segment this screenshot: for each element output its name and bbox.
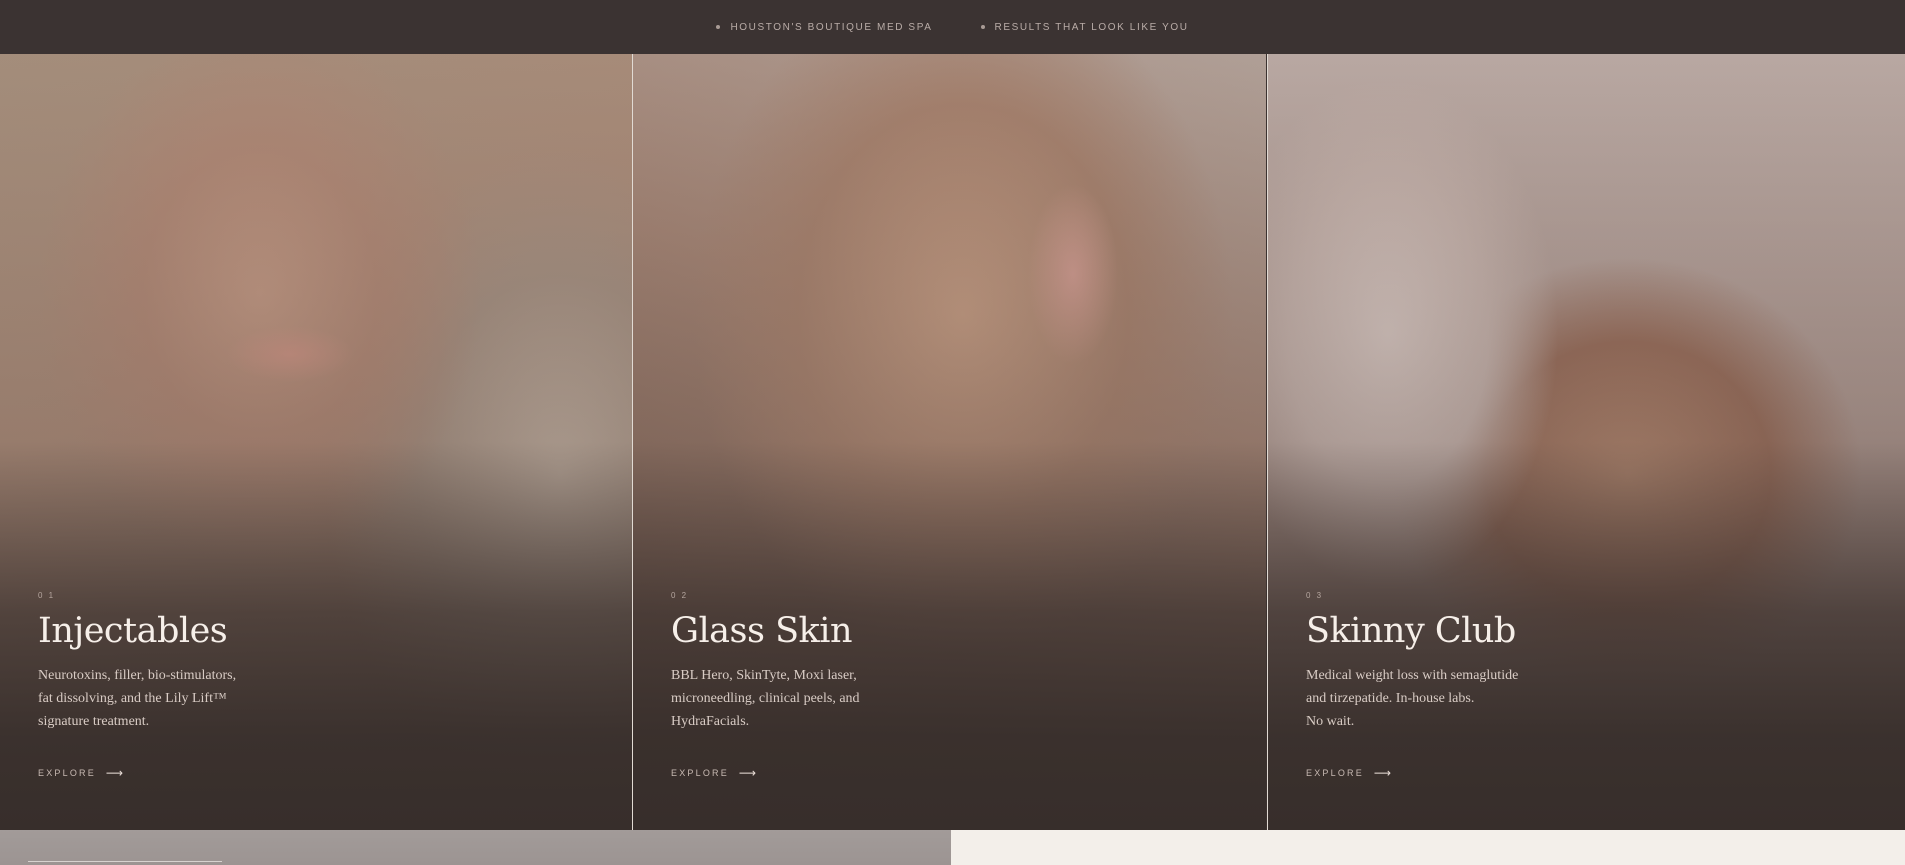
service-number: 0 1 — [38, 591, 56, 600]
announcement-text: HOUSTON'S BOUTIQUE MED SPA — [730, 21, 933, 33]
service-number: 0 3 — [1306, 591, 1324, 600]
service-title[interactable]: Glass Skin — [671, 613, 1191, 650]
service-card-glass-skin[interactable]: 0 2 Glass Skin BBL Hero, SkinTyte, Moxi … — [633, 54, 1266, 830]
explore-link[interactable]: EXPLORE ⟶ — [671, 766, 756, 780]
arrow-right-icon: ⟶ — [1373, 766, 1392, 780]
announcement-bar: HOUSTON'S BOUTIQUE MED SPA RESULTS THAT … — [0, 0, 1905, 54]
service-card-injectables[interactable]: 0 1 Injectables Neurotoxins, filler, bio… — [0, 54, 632, 830]
next-section-panel — [951, 830, 1905, 865]
services-grid: 0 1 Injectables Neurotoxins, filler, bio… — [0, 54, 1905, 830]
decorative-line — [28, 861, 222, 862]
service-description: BBL Hero, SkinTyte, Moxi laser, micronee… — [671, 667, 860, 729]
panel-divider — [1267, 54, 1268, 830]
next-section-image — [0, 830, 951, 865]
service-number: 0 2 — [671, 591, 689, 600]
service-content: 0 1 Injectables Neurotoxins, filler, bio… — [38, 591, 558, 733]
announcement-text: RESULTS THAT LOOK LIKE YOU — [994, 21, 1189, 33]
arrow-right-icon: ⟶ — [105, 766, 124, 780]
explore-label: EXPLORE — [1306, 768, 1364, 778]
service-card-skinny-club[interactable]: 0 3 Skinny Club Medical weight loss with… — [1268, 54, 1905, 830]
explore-label: EXPLORE — [671, 768, 729, 778]
arrow-right-icon: ⟶ — [738, 766, 757, 780]
bullet-dot-icon — [980, 25, 985, 29]
explore-link[interactable]: EXPLORE ⟶ — [38, 766, 123, 780]
service-content: 0 2 Glass Skin BBL Hero, SkinTyte, Moxi … — [671, 591, 1191, 733]
panel-divider — [632, 54, 633, 830]
announcement-item-1: HOUSTON'S BOUTIQUE MED SPA — [716, 22, 932, 33]
bullet-dot-icon — [716, 25, 721, 29]
service-title[interactable]: Injectables — [38, 613, 558, 650]
service-title[interactable]: Skinny Club — [1306, 613, 1826, 650]
service-content: 0 3 Skinny Club Medical weight loss with… — [1306, 591, 1826, 733]
explore-link[interactable]: EXPLORE ⟶ — [1306, 766, 1391, 780]
announcement-item-2: RESULTS THAT LOOK LIKE YOU — [980, 21, 1189, 33]
explore-label: EXPLORE — [38, 768, 96, 778]
service-description: Medical weight loss with semaglutide and… — [1306, 667, 1519, 729]
service-description: Neurotoxins, filler, bio-stimulators, fa… — [38, 667, 237, 729]
